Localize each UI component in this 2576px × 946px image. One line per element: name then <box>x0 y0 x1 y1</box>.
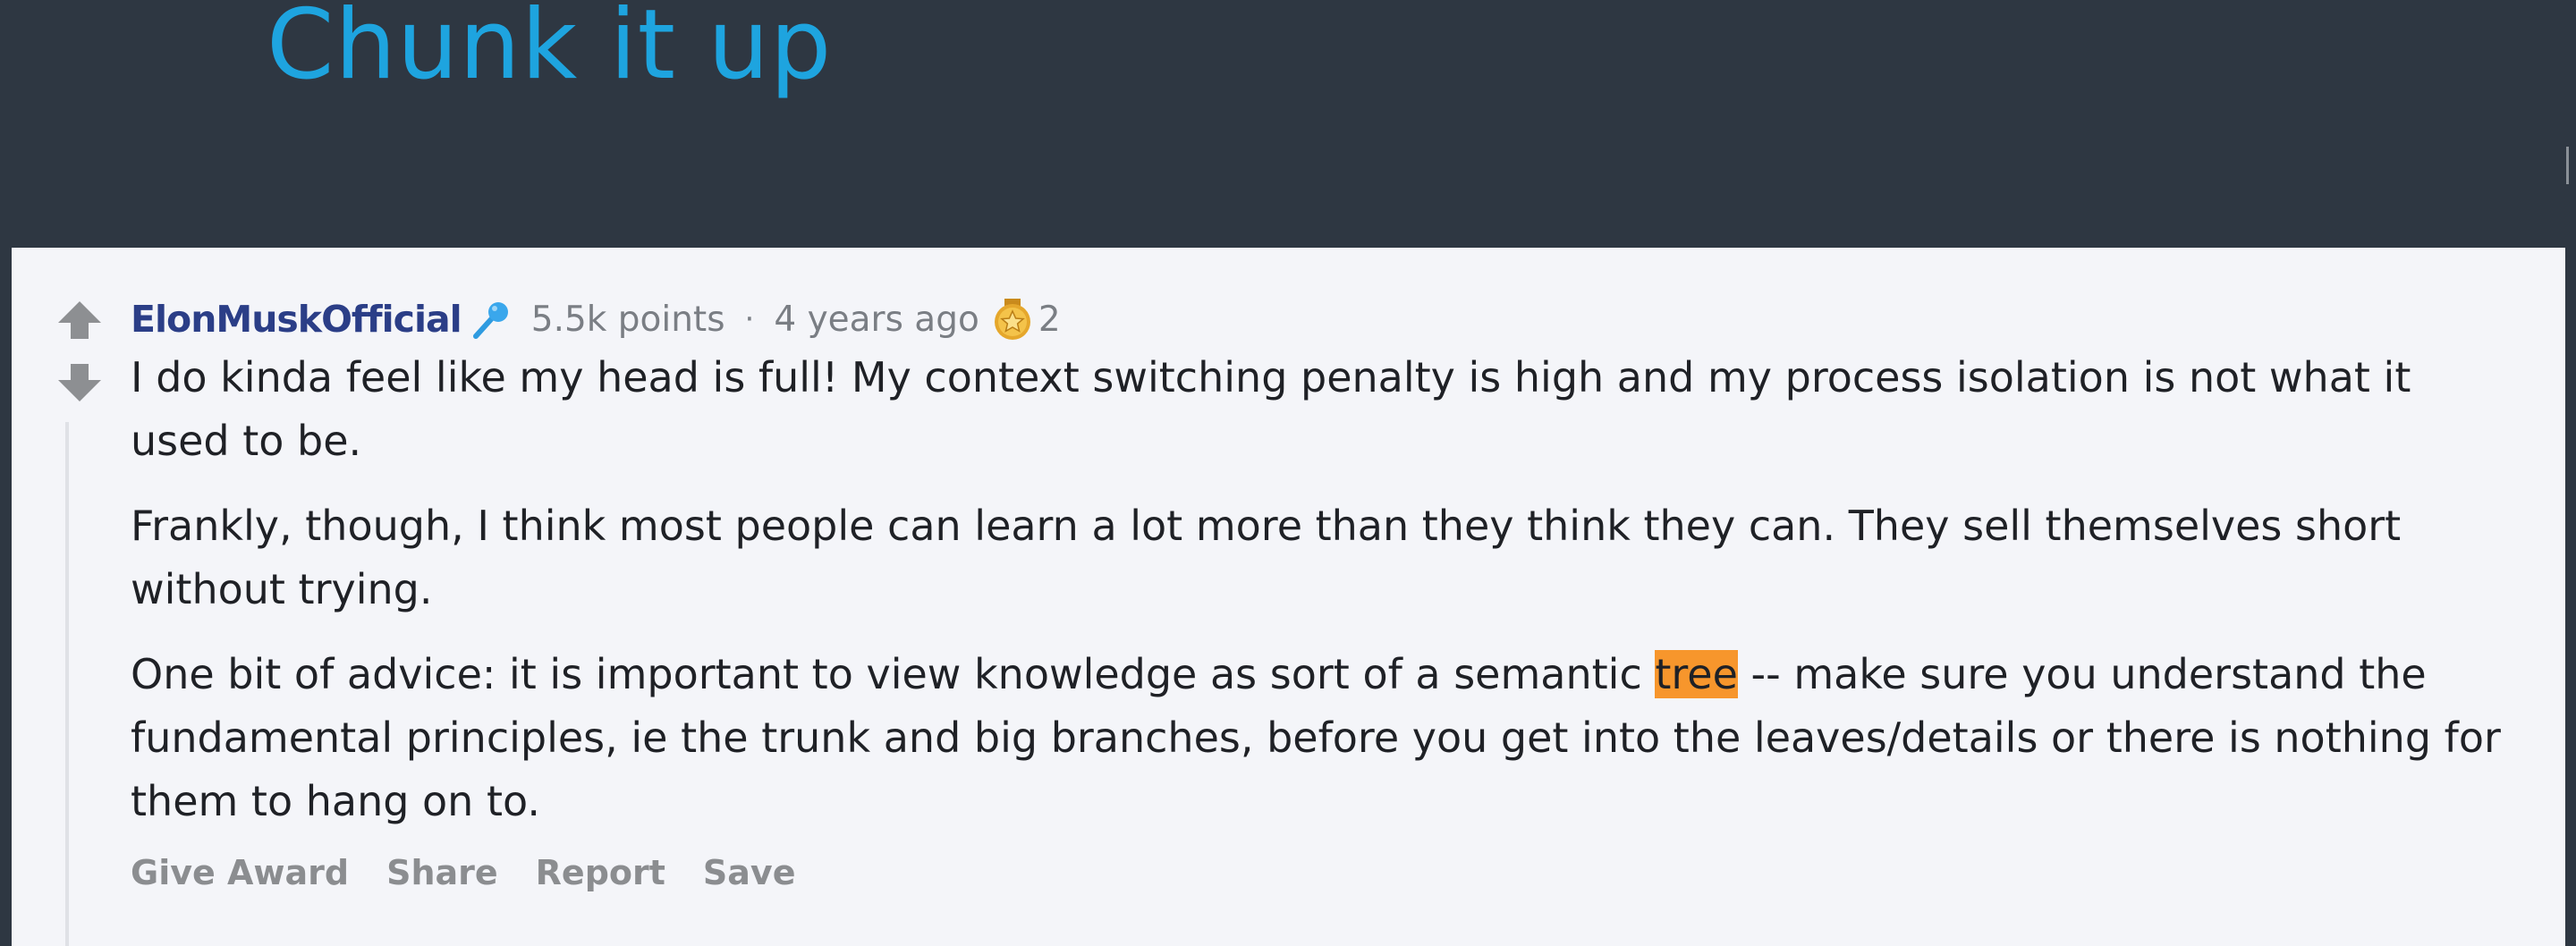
meta-separator: · <box>744 301 755 337</box>
comment-paragraph-1: I do kinda feel like my head is full! My… <box>131 353 2411 465</box>
comment-age[interactable]: 4 years ago <box>774 300 979 340</box>
report-button[interactable]: Report <box>536 853 665 892</box>
award-count: 2 <box>1038 299 1061 340</box>
paragraph-3-text-before: One bit of advice: it is important to vi… <box>131 650 1656 698</box>
share-button[interactable]: Share <box>386 853 498 892</box>
comment-body: I do kinda feel like my head is full! My… <box>131 346 2510 833</box>
edge-marker <box>2566 147 2569 184</box>
highlighted-word: tree <box>1655 650 1738 698</box>
microphone-icon <box>470 299 512 340</box>
comment-paragraph-3: One bit of advice: it is important to vi… <box>131 643 2510 833</box>
comment-meta: ElonMuskOfficial 5.5k points · 4 years a… <box>131 292 2510 346</box>
thread-collapse-line[interactable] <box>65 422 69 946</box>
comment-actions: Give Award Share Report Save <box>131 853 2510 892</box>
comment-paragraph-2: Frankly, though, I think most people can… <box>131 502 2402 613</box>
comment-author[interactable]: ElonMuskOfficial <box>131 298 462 341</box>
give-award-button[interactable]: Give Award <box>131 853 349 892</box>
comment-content: ElonMuskOfficial 5.5k points · 4 years a… <box>131 292 2510 892</box>
slide-title: Chunk it up <box>267 0 833 101</box>
comment-card: ElonMuskOfficial 5.5k points · 4 years a… <box>12 248 2565 946</box>
comment-points: 5.5k points <box>530 299 725 340</box>
save-button[interactable]: Save <box>703 853 796 892</box>
award-medal-icon[interactable] <box>990 297 1035 342</box>
